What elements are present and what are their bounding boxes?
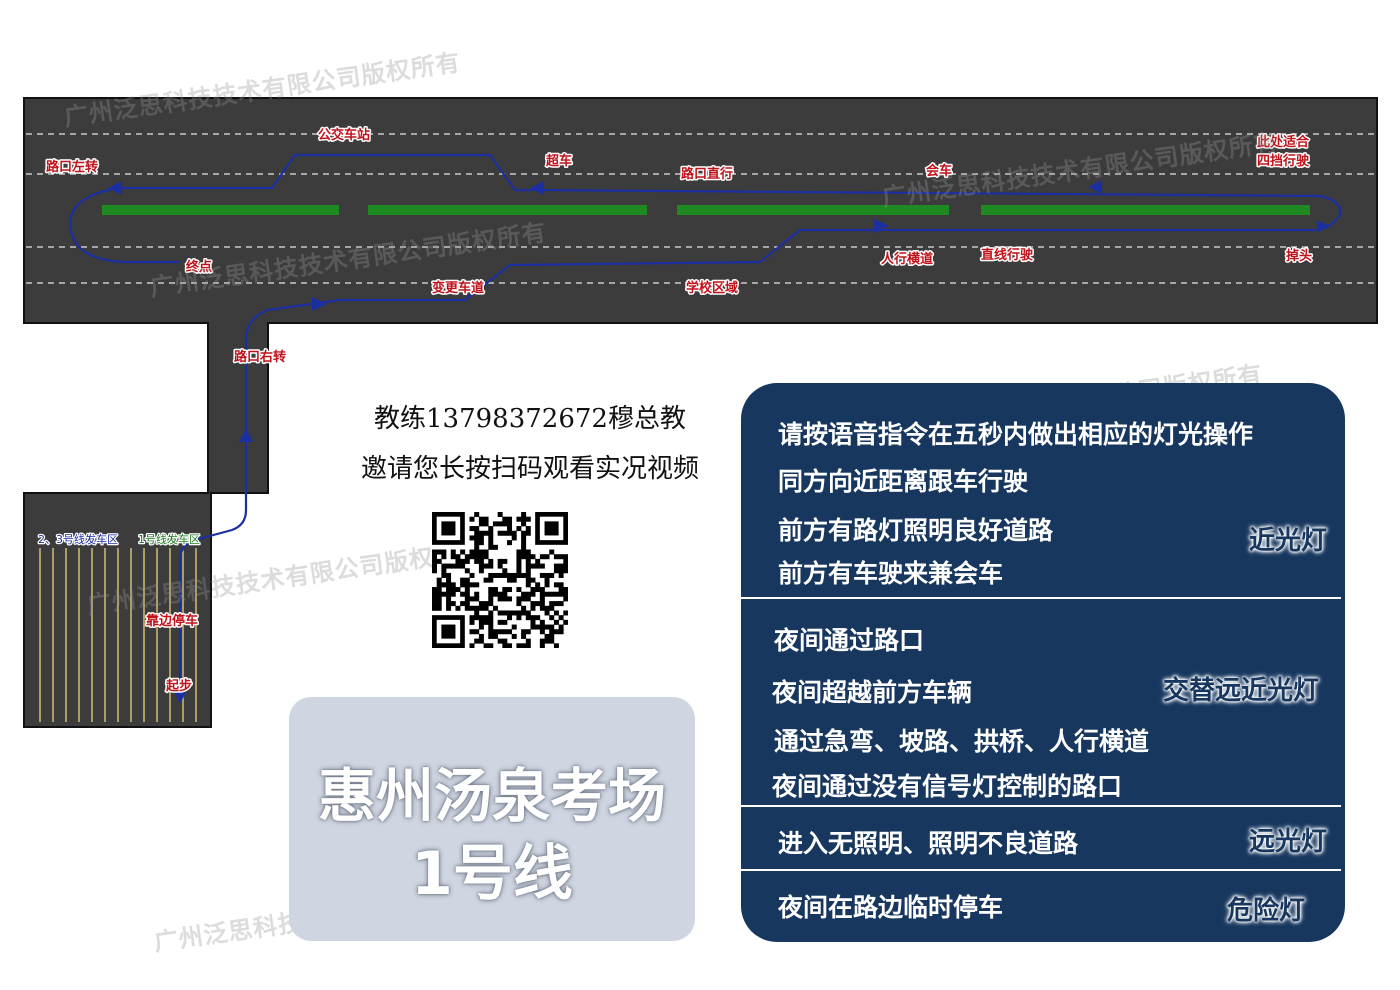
label-left-turn: 路口左转 [46,159,98,175]
panel-item: 通过急弯、坡路、拱桥、人行横道 [774,727,1150,756]
qr-code [432,512,568,648]
label-lane-change: 变更车道 [432,280,484,296]
panel-divider [741,597,1341,599]
label-straight-intersection: 路口直行 [681,166,733,182]
panel-item: 请按语音指令在五秒内做出相应的灯光操作 [778,420,1254,449]
label-lines-2-3-start-zone: 2、3号线发车区 [38,532,118,546]
label-meet: 会车 [926,163,952,179]
panel-item: 前方有路灯照明良好道路 [778,516,1054,545]
label-fourth-gear-2: 四挡行驶 [1257,153,1309,169]
high-beam-label: 远光灯 [1249,827,1328,857]
panel-divider [741,869,1341,871]
label-u-turn: 掉头 [1286,248,1312,264]
exam-site-name: 惠州汤泉考场 [317,762,666,830]
coach-contact-line: 教练13798372672穆总教 [374,404,686,434]
label-school-zone: 学校区域 [686,280,738,296]
panel-item: 夜间在路边临时停车 [778,893,1004,922]
alternating-beam-label: 交替远近光灯 [1163,676,1320,706]
label-start: 起步 [165,678,192,694]
panel-item: 夜间通过没有信号灯控制的路口 [772,772,1123,801]
label-fourth-gear-1: 此处适合 [1257,134,1310,150]
label-line-1-start-zone: 1号线发车区 [138,532,200,546]
panel-divider [741,805,1341,807]
label-pull-over: 靠边停车 [146,613,198,629]
exam-line-number: 1号线 [411,839,573,909]
panel-item: 同方向近距离跟车行驶 [778,467,1029,496]
low-beam-label: 近光灯 [1249,526,1328,556]
coach-invite-line: 邀请您长按扫码观看实况视频 [360,454,699,484]
light-operation-panel: 请按语音指令在五秒内做出相应的灯光操作 同方向近距离跟车行驶 前方有路灯照明良好… [741,383,1345,942]
label-end: 终点 [186,259,212,275]
exam-site-title-card: 惠州汤泉考场 1号线 [289,697,695,941]
panel-item: 夜间通过路口 [774,626,925,655]
label-right-turn: 路口右转 [234,349,286,365]
panel-item: 进入无照明、照明不良道路 [778,829,1079,858]
panel-item: 前方有车驶来兼会车 [778,559,1004,588]
label-bus-stop: 公交车站 [318,127,370,143]
label-crosswalk: 人行横道 [881,251,933,267]
label-straight-drive: 直线行驶 [981,247,1033,263]
hazard-light-label: 危险灯 [1227,896,1306,926]
label-overtake: 超车 [546,153,572,169]
median-strip [102,205,1310,215]
panel-item: 夜间超越前方车辆 [772,678,973,707]
